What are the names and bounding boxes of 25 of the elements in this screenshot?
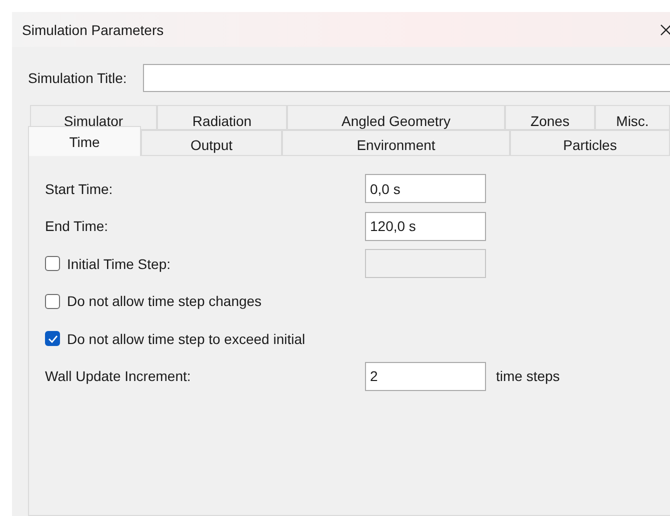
- field-label: Wall Update Increment:: [45, 368, 192, 384]
- tab[interactable]: Misc.: [595, 105, 670, 130]
- tab[interactable]: Particles: [510, 130, 670, 156]
- checkmark-icon: [48, 334, 58, 343]
- close-icon[interactable]: [660, 24, 670, 36]
- tab[interactable]: Zones: [505, 105, 595, 130]
- title-field[interactable]: [142, 64, 670, 92]
- checkbox[interactable]: [45, 294, 60, 309]
- tab[interactable]: Angled Geometry: [287, 105, 505, 130]
- unit-label: time steps: [496, 368, 560, 384]
- input-field[interactable]: 2: [365, 362, 486, 391]
- field-label: Start Time:: [45, 180, 114, 197]
- window-title: Simulation Parameters: [22, 22, 164, 38]
- tab[interactable]: Radiation: [157, 105, 287, 130]
- tab[interactable]: Output: [141, 130, 282, 156]
- field-label: Simulation Title:: [28, 70, 127, 86]
- tab[interactable]: Time: [28, 126, 141, 156]
- tab[interactable]: Environment: [282, 130, 510, 156]
- input-field[interactable]: 0,0 s: [365, 174, 486, 204]
- checkbox-label: Do not allow time step to exceed initial: [67, 330, 306, 347]
- field-label: End Time:: [45, 218, 110, 234]
- input-field[interactable]: 120,0 s: [365, 212, 486, 241]
- checkbox-label: Initial Time Step:: [67, 256, 170, 272]
- checkbox[interactable]: [45, 331, 60, 346]
- checkbox-label: Do not allow time step changes: [67, 293, 262, 310]
